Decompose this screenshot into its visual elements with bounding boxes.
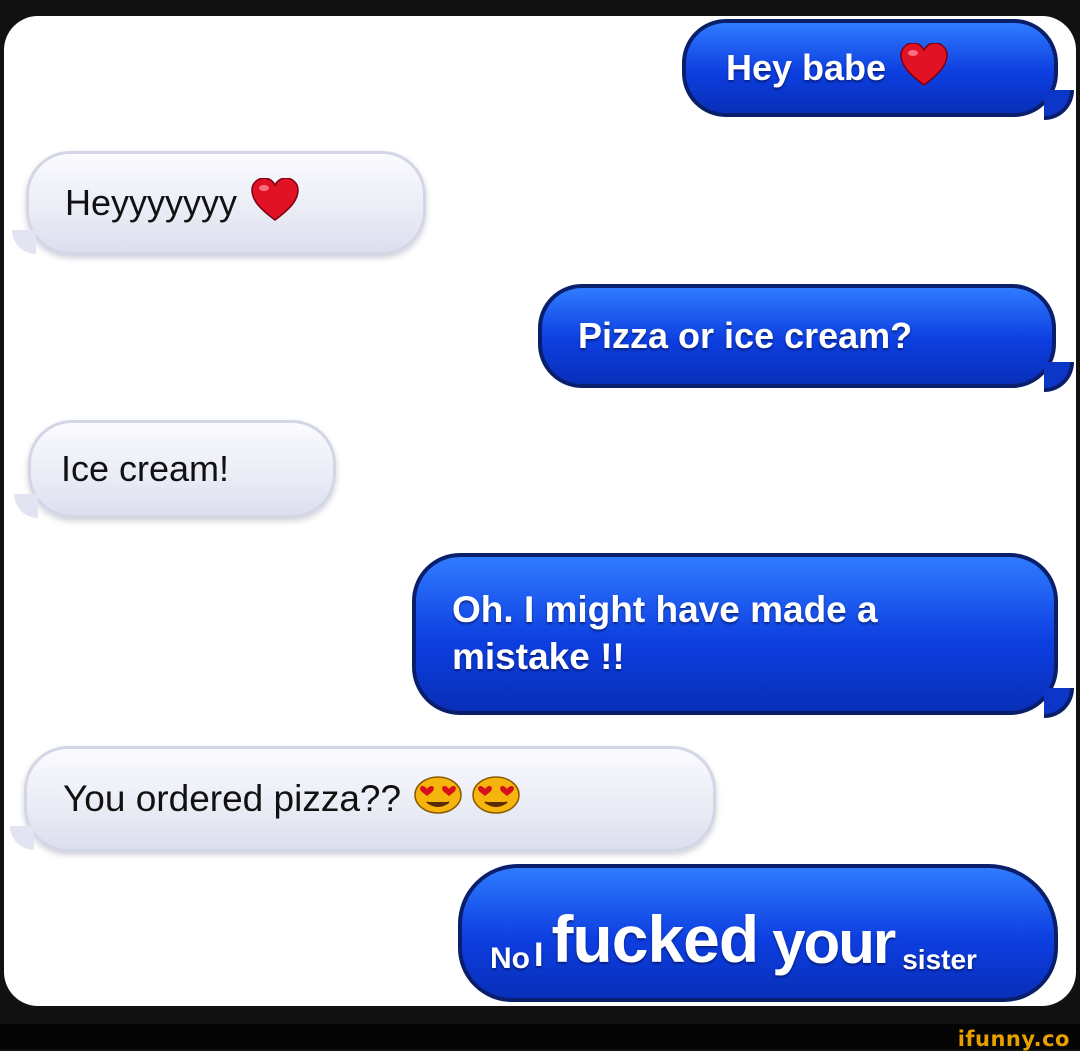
received-message-bubble[interactable]: Heyyyyyyy xyxy=(26,151,426,255)
message-thread: Hey babe Heyyyyyyy Pizza or ice cream? I… xyxy=(4,16,1076,1006)
message-word: No xyxy=(490,941,530,975)
heart-eyes-emoji-icon xyxy=(413,775,463,823)
message-word: your xyxy=(772,909,896,976)
sent-message-bubble[interactable]: Oh. I might have made a mistake !! xyxy=(412,553,1058,715)
message-text: Pizza or ice cream? xyxy=(578,315,913,357)
message-text-line: Oh. I might have made a xyxy=(452,589,878,631)
screenshot-frame: Hey babe Heyyyyyyy Pizza or ice cream? I… xyxy=(0,0,1080,1051)
bubble-tail xyxy=(12,230,36,254)
bubble-tail xyxy=(1044,90,1074,120)
message-text-line: mistake !! xyxy=(452,636,625,677)
message-word: sister xyxy=(902,943,977,975)
message-word: fucked xyxy=(551,901,759,976)
heart-emoji-icon xyxy=(900,41,948,94)
message-text: Hey babe xyxy=(726,47,887,89)
watermark-bar xyxy=(0,1024,1080,1049)
bubble-tail xyxy=(14,494,38,518)
sent-message-bubble[interactable]: Pizza or ice cream? xyxy=(538,284,1056,388)
message-text: Ice cream! xyxy=(61,448,230,490)
sent-message-bubble[interactable]: Hey babe xyxy=(682,19,1058,117)
bubble-tail xyxy=(1044,688,1074,718)
message-text: Heyyyyyyy xyxy=(65,182,238,224)
received-message-bubble[interactable]: You ordered pizza?? xyxy=(24,746,716,852)
bubble-tail xyxy=(10,826,34,850)
received-message-bubble[interactable]: Ice cream! xyxy=(28,420,336,518)
watermark-logo: ifunny.co xyxy=(957,1027,1070,1051)
heart-emoji-icon xyxy=(251,176,299,229)
heart-eyes-emoji-icon xyxy=(471,775,521,823)
sent-message-bubble[interactable]: No I fucked your sister xyxy=(458,864,1058,1002)
message-word: I xyxy=(534,936,544,975)
message-text: You ordered pizza?? xyxy=(63,777,402,819)
bubble-tail xyxy=(1044,362,1074,392)
